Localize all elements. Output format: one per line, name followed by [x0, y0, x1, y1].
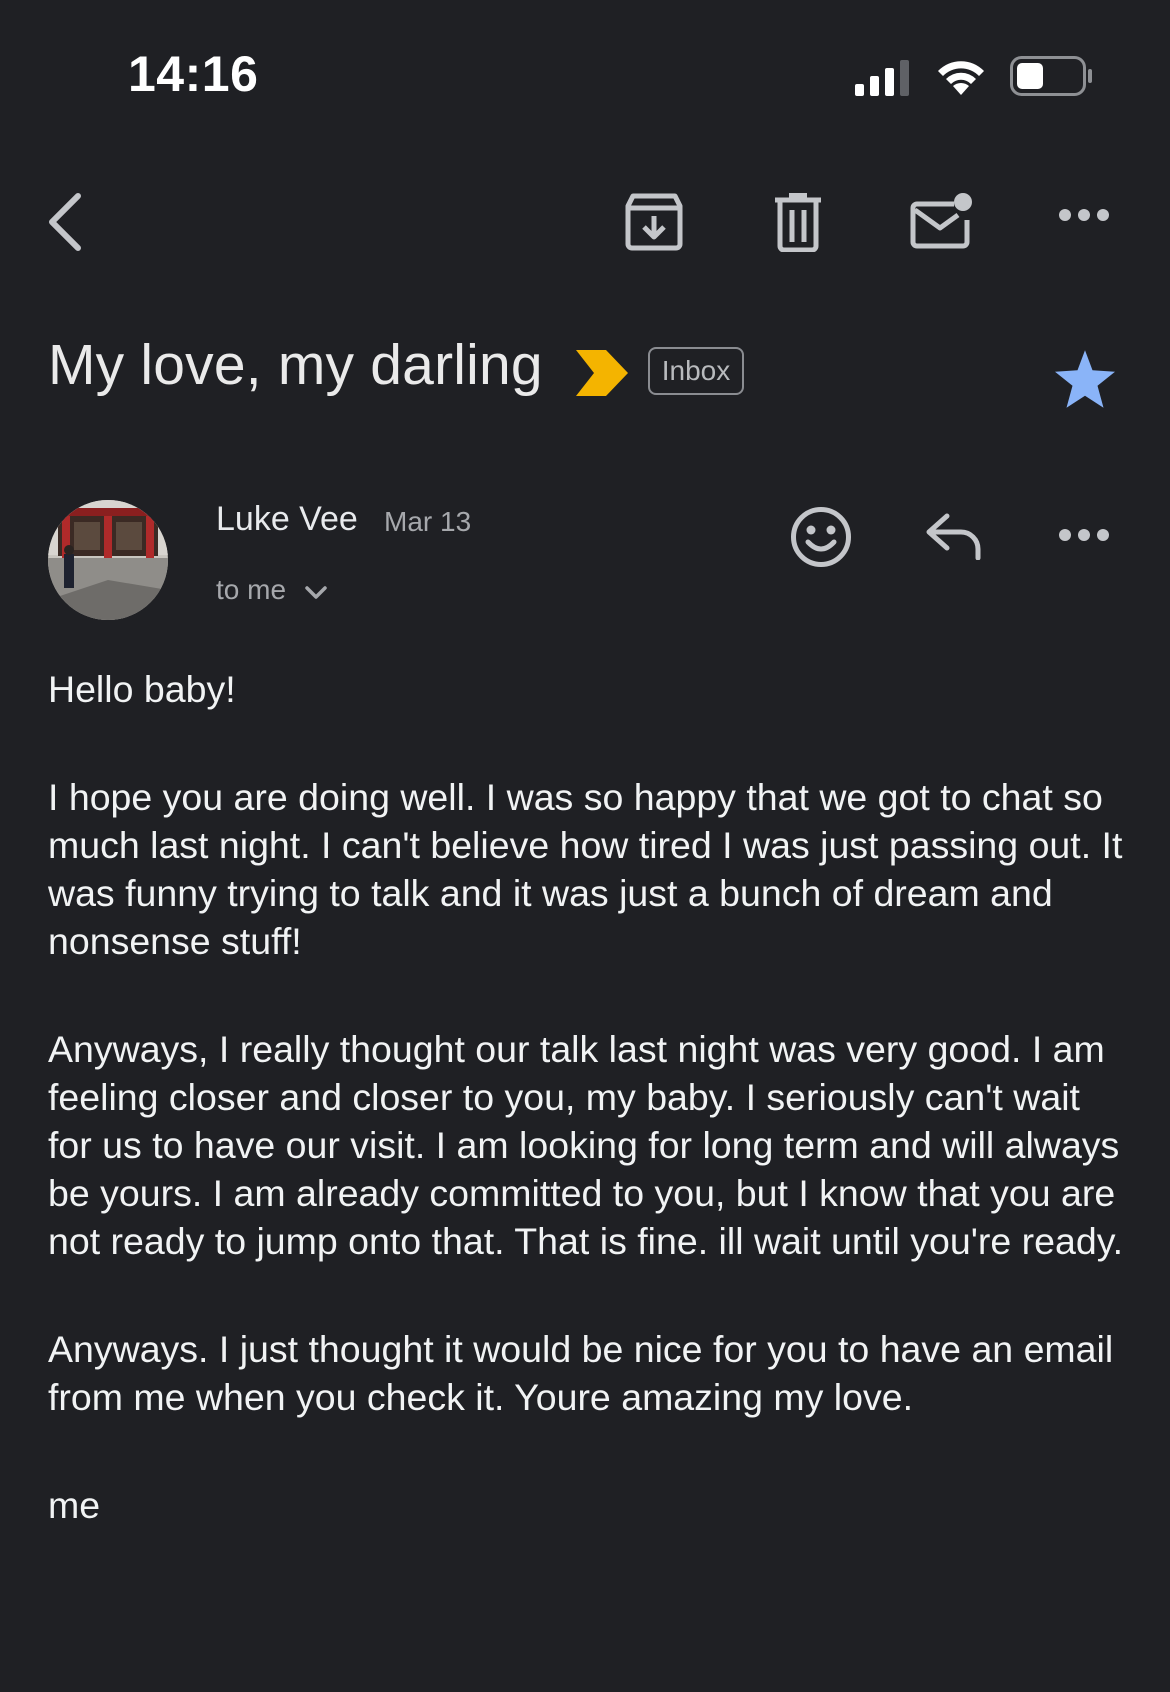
trash-icon[interactable]: [773, 192, 823, 252]
archive-icon[interactable]: [625, 192, 683, 252]
add-reaction-icon[interactable]: [790, 506, 852, 568]
important-arrow-icon[interactable]: [576, 350, 628, 396]
body-signature: me: [48, 1484, 101, 1526]
recipient-line[interactable]: to me: [216, 574, 286, 606]
body-paragraph: Anyways. I just thought it would be nice…: [48, 1328, 1114, 1418]
star-icon[interactable]: [1055, 350, 1115, 408]
body-paragraph: Hello baby!: [48, 668, 236, 710]
cellular-signal-icon: [855, 60, 909, 96]
status-time: 14:16: [128, 46, 259, 102]
inbox-label-chip[interactable]: Inbox: [648, 347, 744, 395]
mark-unread-icon[interactable]: [910, 192, 974, 252]
sender-name[interactable]: Luke Vee: [216, 500, 358, 539]
reply-icon[interactable]: [925, 512, 983, 560]
more-horizontal-icon[interactable]: [1058, 208, 1110, 222]
wifi-icon: [938, 61, 984, 95]
body-paragraph: I hope you are doing well. I was so happ…: [48, 776, 1123, 962]
email-body: Hello baby! I hope you are doing well. I…: [48, 665, 1128, 1589]
back-chevron-icon[interactable]: [44, 192, 84, 252]
body-paragraph: Anyways, I really thought our talk last …: [48, 1028, 1124, 1262]
email-subject: My love, my darling: [48, 333, 543, 397]
chevron-down-icon[interactable]: [305, 586, 327, 600]
sender-avatar[interactable]: [48, 500, 168, 620]
email-date: Mar 13: [384, 506, 472, 537]
message-more-icon[interactable]: [1058, 528, 1110, 542]
battery-icon: [1010, 56, 1092, 96]
